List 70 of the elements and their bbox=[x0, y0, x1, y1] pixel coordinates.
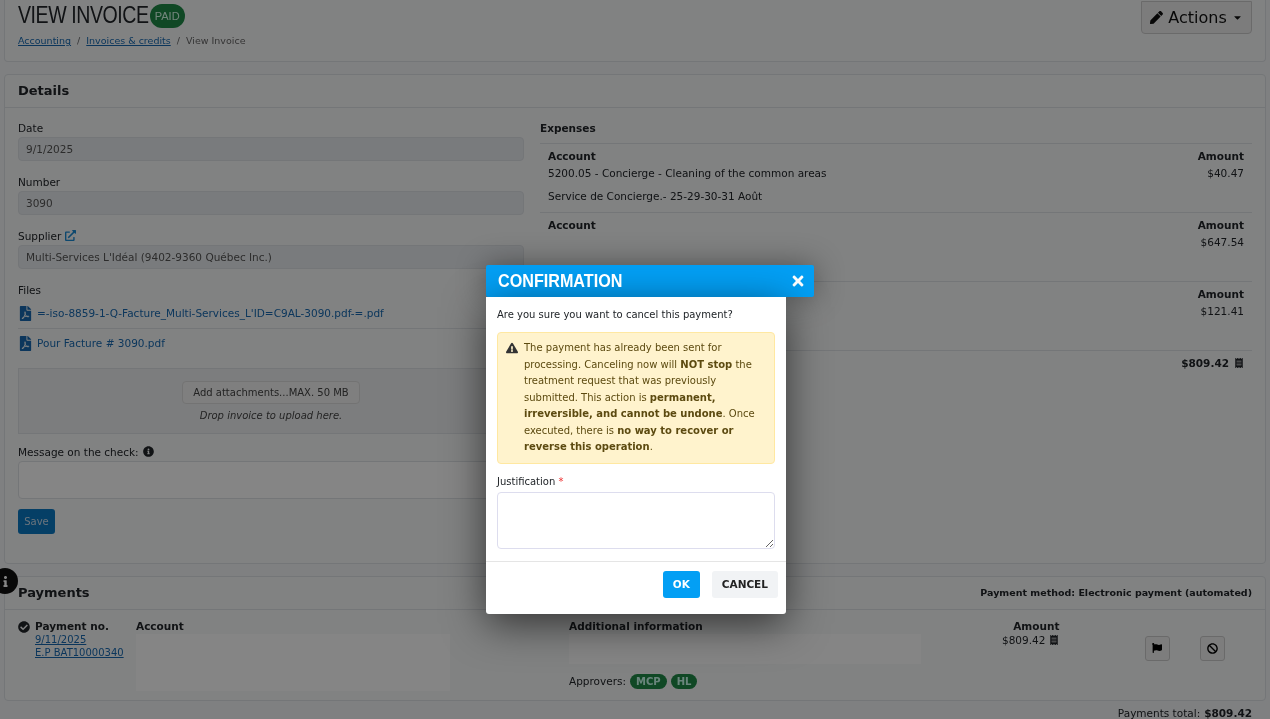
close-icon[interactable] bbox=[790, 273, 806, 289]
ban-icon bbox=[1207, 642, 1218, 654]
pdf-file-icon bbox=[18, 335, 33, 351]
column-header: Payment no. bbox=[35, 619, 110, 632]
approver-badge: MCP bbox=[630, 673, 667, 689]
confirmation-question: Are you sure you want to cancel this payment? bbox=[497, 309, 734, 320]
approver-badge: HL bbox=[670, 673, 698, 689]
cancel-payment-button[interactable] bbox=[1200, 635, 1225, 661]
payment-method: Payment method: Electronic payment (automated) bbox=[980, 587, 1252, 599]
receipt-icon bbox=[1234, 357, 1244, 368]
column-header: Amount bbox=[1013, 619, 1060, 632]
column-header: Account bbox=[136, 619, 185, 632]
column-header: Amount bbox=[1197, 287, 1244, 300]
column-header: Account bbox=[548, 218, 597, 231]
field-label: Supplier bbox=[18, 229, 62, 242]
column-header: Amount bbox=[1197, 218, 1244, 231]
flag-icon bbox=[1152, 643, 1163, 654]
payment-amount: $809.42 bbox=[1002, 633, 1046, 646]
flag-button[interactable] bbox=[1144, 635, 1170, 661]
payment-date-link[interactable]: 9/11/2025 bbox=[35, 633, 124, 645]
field-label: Message on the check: bbox=[18, 445, 139, 458]
field-label: Date bbox=[18, 121, 44, 134]
page-title: VIEW INVOICE bbox=[18, 2, 149, 29]
pencil-icon bbox=[1150, 11, 1164, 24]
section-title: Details bbox=[18, 83, 70, 99]
field-label: Files bbox=[18, 283, 42, 296]
drop-hint: Drop invoice to upload here. bbox=[199, 409, 343, 421]
column-header: Amount bbox=[1197, 149, 1244, 162]
section-title: Payments bbox=[18, 585, 90, 601]
breadcrumb-current: View Invoice bbox=[185, 35, 246, 46]
payments-total-label: Payments total: bbox=[1117, 707, 1201, 719]
dialog-title: CONFIRMATION bbox=[498, 270, 623, 292]
pdf-file-icon bbox=[18, 305, 33, 321]
payments-total: $809.42 bbox=[1204, 707, 1252, 719]
input-field[interactable]: Multi-Services L'Idéal (9402-9360 Québec Inc.) bbox=[18, 244, 524, 269]
input-field[interactable]: 9/1/2025 bbox=[18, 136, 524, 161]
payment-reference-link[interactable]: E.P BAT10000340 bbox=[35, 646, 124, 658]
expense-account: 5200.05 - Concierge - Cleaning of the common areas bbox=[548, 166, 828, 179]
breadcrumb-link[interactable]: Accounting bbox=[18, 35, 72, 46]
column-header: Account bbox=[548, 149, 597, 162]
expense-amount: $121.41 bbox=[1199, 304, 1244, 317]
status-badge: PAID bbox=[149, 3, 185, 28]
expenses-total: $809.42 bbox=[1181, 356, 1229, 369]
actions-button[interactable]: Actions bbox=[1141, 1, 1252, 34]
warning-icon bbox=[506, 342, 518, 354]
warning-text: The payment has already been sent for processing. Canceling now will NOT stop the treatment request that was previously submitted. This action is permanent, irreversible, and cannot be undone. Once executed, there is no way to recover or reverse this operation. bbox=[524, 341, 756, 454]
expenses-title: Expenses bbox=[540, 121, 597, 134]
input-field[interactable]: 3090 bbox=[18, 190, 524, 215]
file-link[interactable]: Pour Facture # 3090.pdf bbox=[37, 337, 165, 350]
breadcrumb-separator: / bbox=[77, 35, 81, 46]
field-label: Number bbox=[18, 175, 61, 188]
justification-field[interactable] bbox=[497, 491, 775, 549]
file-link[interactable]: =-iso-8859-1-Q-Facture_Multi-Services_L'ID=C9AL-3090.pdf-=.pdf bbox=[37, 307, 384, 320]
info-icon bbox=[142, 446, 154, 458]
field-label: Justification bbox=[497, 475, 556, 487]
expense-amount: $647.54 bbox=[1199, 235, 1244, 248]
add-attachments-button[interactable]: Add attachments...MAX. 50 MB bbox=[182, 380, 360, 404]
expense-note: Service de Concierge.- 25-29-30-31 Août bbox=[548, 189, 764, 202]
cancel-button[interactable]: CANCEL bbox=[711, 570, 778, 598]
required-mark: * bbox=[558, 475, 564, 487]
breadcrumb-link[interactable]: Invoices & credits bbox=[86, 35, 171, 46]
breadcrumb-separator: / bbox=[176, 35, 180, 46]
column-header: Additional information bbox=[569, 619, 704, 632]
approvers-label: Approvers: bbox=[569, 675, 627, 688]
expense-amount: $40.47 bbox=[1206, 166, 1244, 179]
receipt-icon bbox=[1049, 634, 1060, 645]
ok-button[interactable]: OK bbox=[662, 570, 700, 598]
info-icon bbox=[0, 575, 11, 587]
external-link-icon[interactable] bbox=[65, 230, 77, 242]
save-button[interactable]: Save bbox=[18, 508, 55, 534]
